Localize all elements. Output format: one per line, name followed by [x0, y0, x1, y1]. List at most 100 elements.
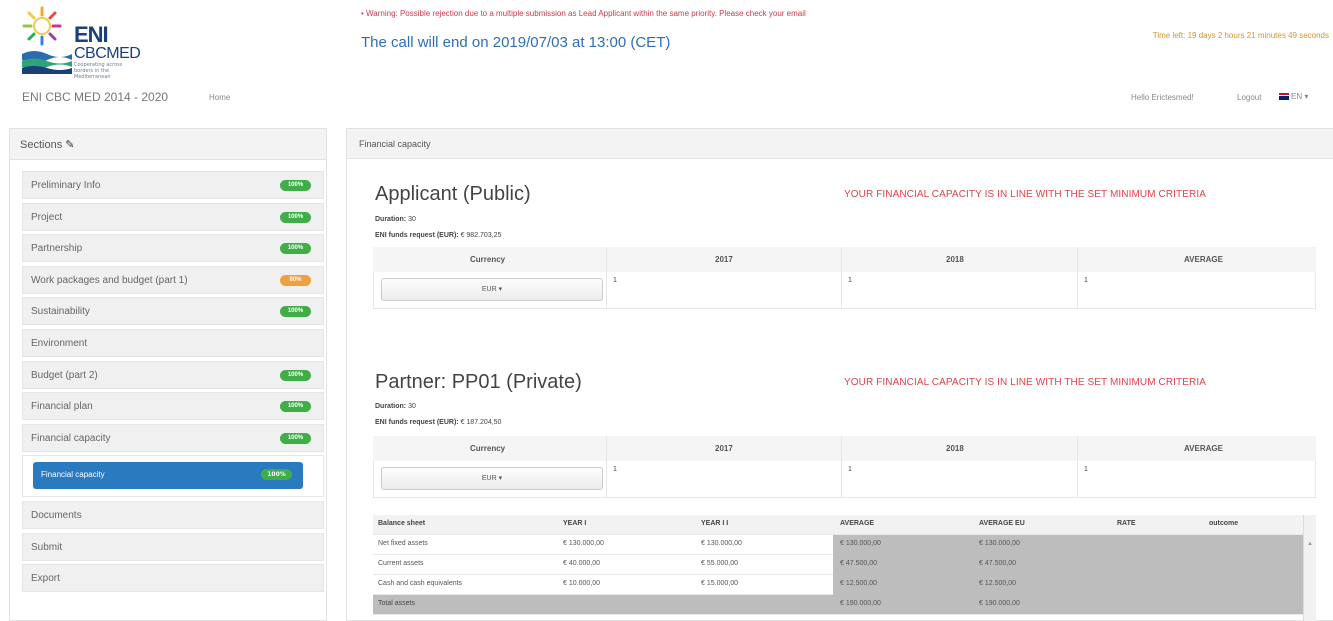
section-budget-part-2[interactable]: Budget (part 2) 100%: [22, 360, 324, 389]
financial-capacity-panel: Financial capacity Applicant (Public) YO…: [346, 128, 1333, 621]
home-link[interactable]: Home: [209, 93, 230, 102]
uk-flag-icon: [1279, 93, 1289, 101]
funds-value: € 982.703,25: [460, 232, 502, 239]
row-label: Net fixed assets: [378, 540, 428, 547]
balance-sheet-header-row: Balance sheet YEAR I YEAR I I AVERAGE AV…: [373, 515, 1303, 535]
average-value: € 47.500,00: [840, 560, 877, 567]
subsection-financial-capacity-active[interactable]: Financial capacity 100%: [33, 462, 303, 490]
col-2018: 2018: [946, 255, 964, 264]
applicant-capacity-message: YOUR FINANCIAL CAPACITY IS IN LINE WITH …: [844, 189, 1206, 200]
call-end-date: The call will end on 2019/07/03 at 13:00…: [361, 34, 671, 51]
col-currency: Currency: [470, 255, 506, 264]
section-partnership[interactable]: Partnership 100%: [22, 234, 324, 263]
table-row: EUR ▾ 1 1 1: [373, 272, 1316, 309]
year-2-value: € 55.000,00: [701, 560, 738, 567]
average-value: € 12.500,00: [840, 580, 877, 587]
row-label: Total assets: [378, 600, 415, 607]
table-header-row: Currency 2017 2018 AVERAGE: [373, 436, 1316, 461]
section-export[interactable]: Export: [22, 564, 324, 593]
section-label: Budget (part 2): [31, 369, 98, 381]
applicant-funds: ENI funds request (EUR): € 982.703,25: [375, 232, 501, 239]
section-label: Documents: [31, 509, 82, 521]
sections-sidebar: Sections ✎ Preliminary Info 100% Project …: [9, 128, 327, 621]
top-navbar: ENI CBC MED 2014 - 2020 Home Hello Erict…: [0, 82, 1333, 112]
language-selector[interactable]: EN ▾: [1279, 92, 1308, 101]
sections-header: Sections ✎: [10, 129, 326, 160]
duration-label: Duration:: [375, 403, 407, 410]
section-label: Preliminary Info: [31, 180, 101, 191]
year-2-value: € 130.000,00: [701, 540, 742, 547]
sections-title: Sections: [20, 139, 63, 151]
table-header-row: Currency 2017 2018 AVERAGE: [373, 247, 1316, 272]
average-eu-value: € 47.500,00: [979, 560, 1016, 567]
financial-capacity-subsection-group: Financial capacity 100%: [22, 455, 324, 498]
table-scrollbar[interactable]: ▲: [1303, 515, 1316, 621]
completion-badge: 100%: [280, 180, 311, 191]
table-row-total: Total assets € 190.000,00 € 190.000,00: [373, 595, 1303, 615]
col-balance-sheet: Balance sheet: [378, 520, 426, 527]
col-2017: 2017: [715, 444, 733, 453]
computed-columns-background: [833, 535, 1303, 555]
currency-dropdown[interactable]: EUR ▾: [381, 278, 603, 301]
completion-badge: 100%: [280, 211, 311, 223]
funds-label: ENI funds request (EUR):: [375, 232, 459, 239]
balance-sheet-table: Balance sheet YEAR I YEAR I I AVERAGE AV…: [373, 515, 1316, 621]
programme-title-link[interactable]: ENI CBC MED 2014 - 2020: [22, 90, 168, 104]
duration-value: 30: [408, 216, 416, 223]
average-value: € 130.000,00: [840, 540, 881, 547]
completion-badge: 100%: [280, 401, 311, 413]
row-label: Cash and cash equivalents: [378, 580, 463, 587]
time-left-counter: Time left: 19 days 2 hours 21 minutes 49…: [1152, 31, 1329, 40]
col-outcome: outcome: [1209, 520, 1239, 527]
section-work-packages[interactable]: Work packages and budget (part 1) 80%: [22, 265, 324, 294]
section-financial-capacity[interactable]: Financial capacity 100%: [22, 423, 324, 452]
average-value: € 190.000,00: [840, 600, 881, 607]
section-submit[interactable]: Submit: [22, 532, 324, 561]
year-1-value: € 10.000,00: [563, 580, 600, 587]
sections-list: Preliminary Info 100% Project 100% Partn…: [22, 171, 324, 596]
section-label: Financial plan: [31, 401, 93, 413]
section-documents[interactable]: Documents: [22, 500, 324, 529]
section-label: Sustainability: [31, 306, 90, 318]
value-2018: 1: [848, 277, 852, 284]
applicant-title: Applicant (Public): [375, 183, 531, 205]
col-average-eu: AVERAGE EU: [979, 520, 1025, 527]
table-row: Net fixed assets € 130.000,00 € 130.000,…: [373, 535, 1303, 555]
col-2017: 2017: [715, 255, 733, 264]
computed-columns-background: [833, 575, 1303, 595]
table-row: Current assets € 40.000,00 € 55.000,00 €…: [373, 555, 1303, 575]
logo-brand-subtext: CBCMED: [74, 45, 141, 62]
value-2018: 1: [848, 466, 852, 473]
completion-badge: 100%: [280, 243, 311, 255]
subsection-label: Financial capacity: [41, 470, 105, 480]
section-financial-plan[interactable]: Financial plan 100%: [22, 392, 324, 421]
applicant-duration: Duration: 30: [375, 216, 416, 223]
sun-logo-icon: [22, 6, 62, 46]
value-average: 1: [1084, 277, 1088, 284]
section-sustainability[interactable]: Sustainability 100%: [22, 297, 324, 326]
year-2-value: € 15.000,00: [701, 580, 738, 587]
section-project[interactable]: Project 100%: [22, 202, 324, 231]
year-1-value: € 40.000,00: [563, 560, 600, 567]
section-label: Environment: [31, 337, 88, 349]
average-eu-value: € 12.500,00: [979, 580, 1016, 587]
col-year-1: YEAR I: [563, 520, 587, 527]
user-greeting[interactable]: Hello Erictesmed!: [1131, 93, 1194, 102]
currency-dropdown[interactable]: EUR ▾: [381, 467, 603, 490]
language-label: EN: [1291, 92, 1303, 101]
completion-badge: 80%: [280, 274, 311, 286]
partner-currency-table: Currency 2017 2018 AVERAGE EUR ▾ 1 1 1: [373, 436, 1316, 498]
col-2018: 2018: [946, 444, 964, 453]
completion-badge: 100%: [280, 306, 311, 318]
eni-cbcmed-logo[interactable]: ENI CBCMED Cooperating across borders in…: [22, 6, 172, 80]
col-year-2: YEAR I I: [701, 520, 729, 527]
average-eu-value: € 190.000,00: [979, 600, 1020, 607]
col-average: AVERAGE: [1184, 444, 1223, 453]
completion-badge: 100%: [261, 469, 292, 481]
col-currency: Currency: [470, 444, 506, 453]
logout-link[interactable]: Logout: [1237, 93, 1261, 102]
multiple-submission-warning: • Warning: Possible rejection due to a m…: [361, 9, 806, 18]
section-label: Partnership: [31, 243, 83, 255]
section-preliminary-info[interactable]: Preliminary Info 100%: [22, 171, 324, 199]
section-environment[interactable]: Environment: [22, 328, 324, 357]
